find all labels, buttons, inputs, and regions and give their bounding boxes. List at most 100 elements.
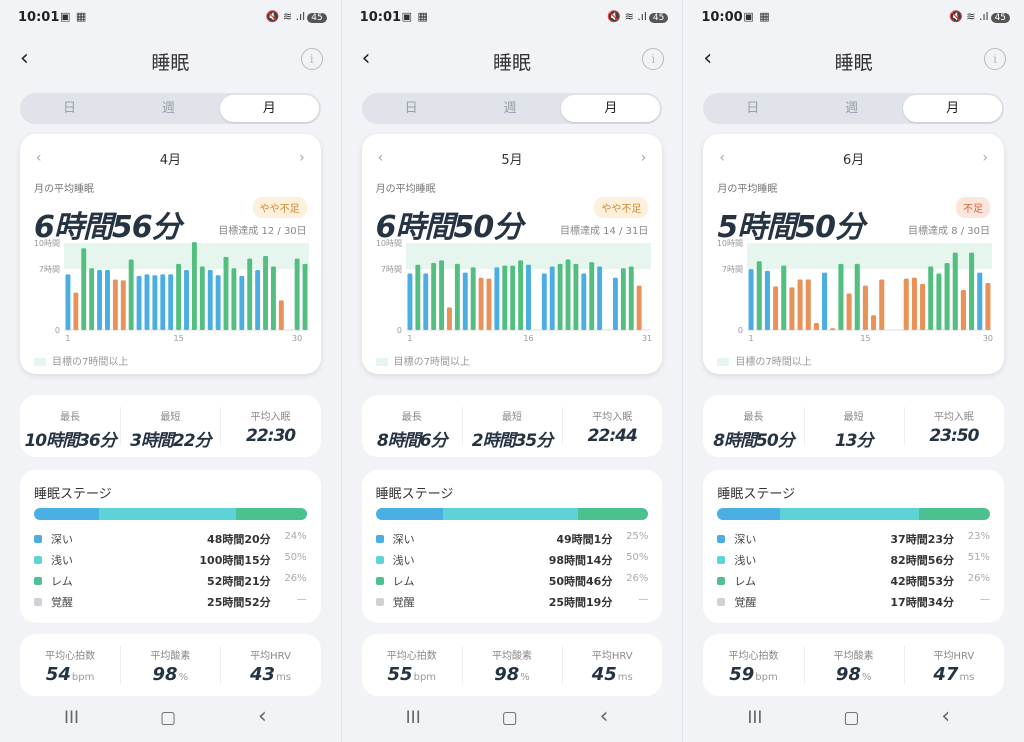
sleep-bar[interactable] bbox=[830, 328, 836, 330]
sleep-bar[interactable] bbox=[822, 272, 828, 330]
sleep-bar[interactable] bbox=[89, 268, 95, 330]
sleep-bar[interactable] bbox=[565, 259, 571, 330]
next-month-chevron-icon[interactable]: › bbox=[299, 150, 305, 166]
sleep-bar[interactable] bbox=[294, 258, 300, 330]
sleep-bar[interactable] bbox=[797, 279, 803, 330]
system-back-icon[interactable]: ‹ bbox=[600, 704, 609, 729]
tab-month[interactable]: 月 bbox=[903, 95, 1003, 122]
sleep-bar[interactable] bbox=[184, 269, 189, 330]
sleep-bar[interactable] bbox=[231, 268, 237, 330]
sleep-bar[interactable] bbox=[920, 283, 926, 330]
tab-week[interactable]: 週 bbox=[461, 93, 560, 124]
sleep-bar[interactable] bbox=[944, 263, 950, 330]
sleep-bar[interactable] bbox=[969, 252, 975, 330]
sleep-bar[interactable] bbox=[789, 287, 795, 330]
tab-day[interactable]: 日 bbox=[362, 93, 461, 124]
sleep-bar[interactable] bbox=[612, 277, 618, 330]
sleep-bar[interactable] bbox=[215, 275, 221, 330]
sleep-bar[interactable] bbox=[105, 269, 110, 330]
system-back-icon[interactable]: ‹ bbox=[258, 704, 267, 729]
sleep-bar[interactable] bbox=[446, 307, 452, 330]
sleep-bar[interactable] bbox=[838, 263, 844, 330]
sleep-bar[interactable] bbox=[302, 263, 308, 330]
next-month-chevron-icon[interactable]: › bbox=[641, 150, 647, 166]
sleep-bar[interactable] bbox=[438, 260, 444, 330]
sleep-bar[interactable] bbox=[81, 248, 87, 330]
sleep-bar[interactable] bbox=[936, 273, 942, 330]
sleep-bar[interactable] bbox=[573, 263, 579, 330]
tab-month[interactable]: 月 bbox=[219, 95, 319, 122]
tab-month[interactable]: 月 bbox=[561, 95, 661, 122]
sleep-bar[interactable] bbox=[136, 276, 142, 330]
sleep-bar[interactable] bbox=[430, 263, 436, 330]
sleep-bar[interactable] bbox=[557, 263, 563, 330]
recent-apps-icon[interactable]: III bbox=[747, 708, 762, 728]
home-icon[interactable]: ▢ bbox=[502, 708, 518, 728]
sleep-bar[interactable] bbox=[478, 277, 484, 330]
sleep-bar[interactable] bbox=[255, 269, 261, 330]
sleep-bar[interactable] bbox=[863, 285, 869, 330]
sleep-bar[interactable] bbox=[97, 269, 103, 330]
sleep-bar[interactable] bbox=[152, 275, 158, 330]
sleep-bar[interactable] bbox=[814, 323, 820, 330]
sleep-bar[interactable] bbox=[502, 265, 507, 330]
tab-week[interactable]: 週 bbox=[119, 93, 218, 124]
sleep-bar[interactable] bbox=[985, 283, 991, 330]
sleep-bar[interactable] bbox=[112, 279, 118, 330]
tab-day[interactable]: 日 bbox=[20, 93, 119, 124]
sleep-bar[interactable] bbox=[486, 278, 492, 330]
sleep-bar[interactable] bbox=[773, 286, 779, 331]
sleep-bar[interactable] bbox=[160, 274, 166, 330]
sleep-bar[interactable] bbox=[636, 285, 642, 330]
sleep-bar[interactable] bbox=[128, 259, 134, 330]
sleep-bar[interactable] bbox=[541, 273, 547, 330]
sleep-bar[interactable] bbox=[961, 289, 967, 330]
sleep-bar[interactable] bbox=[422, 273, 428, 330]
next-month-chevron-icon[interactable]: › bbox=[982, 150, 988, 166]
sleep-bar[interactable] bbox=[748, 269, 754, 330]
sleep-bar[interactable] bbox=[549, 266, 555, 330]
sleep-bar[interactable] bbox=[596, 266, 602, 330]
sleep-bar[interactable] bbox=[517, 260, 523, 330]
recent-apps-icon[interactable]: III bbox=[406, 708, 421, 728]
sleep-bar[interactable] bbox=[199, 266, 205, 330]
sleep-bar[interactable] bbox=[588, 262, 594, 330]
tab-day[interactable]: 日 bbox=[703, 93, 802, 124]
sleep-bar[interactable] bbox=[953, 252, 959, 330]
info-icon[interactable]: i bbox=[984, 48, 1007, 70]
sleep-bar[interactable] bbox=[977, 272, 983, 330]
sleep-bar[interactable] bbox=[928, 266, 934, 330]
sleep-bar[interactable] bbox=[454, 263, 460, 330]
sleep-bar[interactable] bbox=[247, 258, 253, 330]
sleep-bar[interactable] bbox=[581, 273, 586, 330]
sleep-bar[interactable] bbox=[462, 272, 468, 330]
home-icon[interactable]: ▢ bbox=[160, 708, 176, 728]
sleep-bar[interactable] bbox=[904, 278, 910, 330]
sleep-bar[interactable] bbox=[525, 264, 531, 330]
sleep-bar[interactable] bbox=[65, 274, 71, 330]
sleep-bar[interactable] bbox=[846, 293, 852, 330]
sleep-bar[interactable] bbox=[494, 267, 500, 330]
sleep-bar[interactable] bbox=[270, 266, 276, 330]
sleep-bar[interactable] bbox=[765, 270, 771, 330]
sleep-bar[interactable] bbox=[509, 265, 515, 330]
sleep-bar[interactable] bbox=[757, 261, 763, 330]
sleep-bar[interactable] bbox=[806, 279, 812, 330]
sleep-bar[interactable] bbox=[239, 276, 245, 330]
sleep-bar[interactable] bbox=[855, 263, 861, 330]
sleep-bar[interactable] bbox=[879, 279, 885, 330]
sleep-bar[interactable] bbox=[73, 292, 79, 330]
sleep-bar[interactable] bbox=[470, 267, 476, 330]
sleep-bar[interactable] bbox=[620, 268, 626, 330]
info-icon[interactable]: i bbox=[300, 48, 323, 70]
sleep-bar[interactable] bbox=[407, 273, 413, 330]
sleep-bar[interactable] bbox=[120, 280, 126, 330]
sleep-bar[interactable] bbox=[781, 265, 787, 330]
sleep-bar[interactable] bbox=[278, 300, 284, 330]
sleep-bar[interactable] bbox=[912, 277, 918, 330]
sleep-bar[interactable] bbox=[168, 274, 174, 330]
sleep-bar[interactable] bbox=[263, 256, 268, 330]
recent-apps-icon[interactable]: III bbox=[64, 708, 79, 728]
sleep-bar[interactable] bbox=[191, 242, 197, 330]
sleep-bar[interactable] bbox=[415, 264, 420, 330]
